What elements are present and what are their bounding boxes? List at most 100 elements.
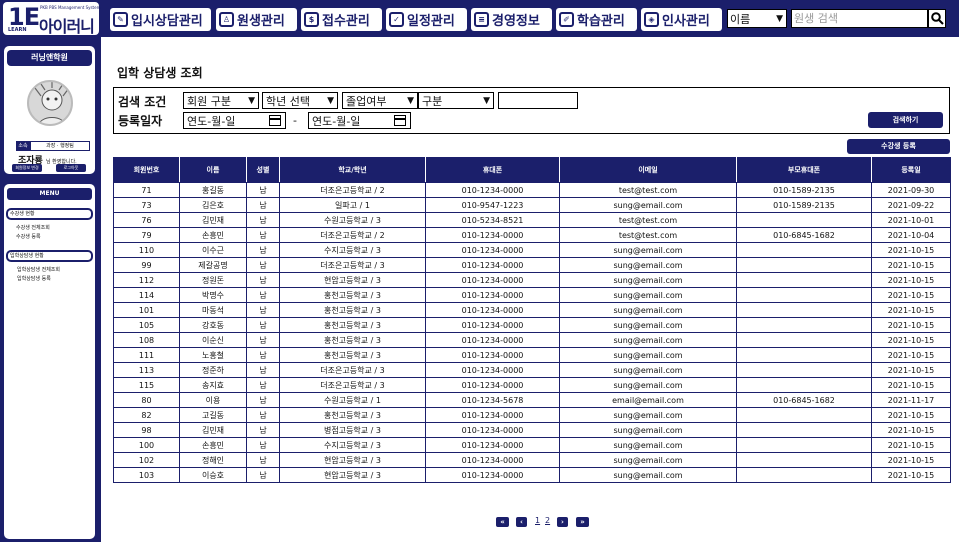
- menu-item-admission-register[interactable]: 입학상담생 등록: [17, 276, 51, 283]
- table-row[interactable]: 100 손흥민 남 수지고등학교 / 3 010-1234-0000 sung@email…: [113, 437, 951, 453]
- table-row[interactable]: 110 이수근 남 수지고등학교 / 3 010-1234-0000 sung@email…: [113, 242, 951, 258]
- chevron-down-icon: ▼: [776, 13, 783, 24]
- cell-reg-date: 2021-09-22: [871, 197, 951, 213]
- category-select[interactable]: 구분 ▼: [418, 92, 494, 109]
- pencil-icon: ✎: [113, 12, 128, 27]
- nav-business-info[interactable]: ≡ 경영정보: [471, 8, 552, 31]
- table-row[interactable]: 111 노홍철 남 홍천고등학교 / 3 010-1234-0000 sung@email…: [113, 347, 951, 363]
- table-row[interactable]: 76 김민재 남 수원고등학교 / 3 010-5234-8521 test@test.c…: [113, 212, 951, 228]
- grade-select[interactable]: 학년 선택 ▼: [262, 92, 338, 109]
- table-row[interactable]: 102 정해인 남 현암고등학교 / 3 010-1234-0000 sung@email…: [113, 452, 951, 468]
- col-parent-phone[interactable]: 부모휴대폰: [736, 157, 872, 183]
- cell-name: 송지효: [179, 377, 247, 393]
- cell-member-no: 79: [113, 227, 180, 243]
- menu-item-student-register[interactable]: 수강생 등록: [16, 234, 41, 241]
- col-gender[interactable]: 성별: [246, 157, 280, 183]
- cell-member-no: 110: [113, 242, 180, 258]
- page-number-2[interactable]: 2: [545, 516, 550, 525]
- left-sidebar: 러닝앤학원 소속 과장 · 행정팀 조자룡 님 환영합니다. 회원정보 변경 로…: [0, 37, 101, 542]
- cell-reg-date: 2021-10-01: [871, 212, 951, 228]
- nav-label: 접수관리: [322, 14, 370, 29]
- table-row[interactable]: 101 마동석 남 홍천고등학교 / 3 010-1234-0000 sung@email…: [113, 302, 951, 318]
- cell-member-no: 71: [113, 182, 180, 198]
- search-submit-button[interactable]: 검색하기: [868, 112, 943, 128]
- cell-name: 고길동: [179, 407, 247, 423]
- table-row[interactable]: 80 이용 남 수원고등학교 / 1 010-1234-5678 email@email.…: [113, 392, 951, 408]
- table-row[interactable]: 103 이승호 남 현암고등학교 / 3 010-1234-0000 sung@email…: [113, 467, 951, 483]
- logout-button[interactable]: 로그아웃: [56, 164, 86, 172]
- table-header-row: 회원번호 이름 성별 학교/학년 휴대폰 이메일 부모휴대폰 등록일: [113, 157, 951, 183]
- table-row[interactable]: 115 송지효 남 더조은고등학교 / 3 010-1234-0000 sung@emai…: [113, 377, 951, 393]
- cell-phone: 010-1234-0000: [425, 437, 560, 453]
- table-row[interactable]: 105 강호동 남 홍천고등학교 / 3 010-1234-0000 sung@email…: [113, 317, 951, 333]
- col-email[interactable]: 이메일: [559, 157, 737, 183]
- member-type-select[interactable]: 회원 구분 ▼: [183, 92, 259, 109]
- nav-hr-management[interactable]: ◈ 인사관리: [641, 8, 722, 31]
- last-page-button[interactable]: »: [576, 517, 589, 527]
- col-reg-date[interactable]: 등록일: [871, 157, 951, 183]
- cell-reg-date: 2021-10-15: [871, 422, 951, 438]
- date-from-value: 연도-월-일: [187, 114, 236, 128]
- edit-profile-button[interactable]: 회원정보 변경: [12, 164, 42, 172]
- nav-registration-management[interactable]: $ 접수관리: [301, 8, 382, 31]
- menu-group-admission[interactable]: 입학상담생 현황: [6, 250, 93, 262]
- search-type-select[interactable]: 이름 ▼: [727, 9, 787, 28]
- cell-reg-date: 2021-10-04: [871, 227, 951, 243]
- table-row[interactable]: 99 제갈공명 남 더조은고등학교 / 3 010-1234-0000 sung@emai…: [113, 257, 951, 273]
- table-row[interactable]: 112 정원돈 남 현암고등학교 / 3 010-1234-0000 sung@email…: [113, 272, 951, 288]
- table-row[interactable]: 73 김은호 남 일파고 / 1 010-9547-1223 sung@email.com…: [113, 197, 951, 213]
- next-page-button[interactable]: ›: [557, 517, 568, 527]
- search-button[interactable]: [928, 9, 946, 28]
- academy-name: 러닝앤학원: [7, 50, 92, 66]
- date-from-input[interactable]: 연도-월-일: [183, 112, 286, 129]
- table-row[interactable]: 98 김민재 남 병점고등학교 / 3 010-1234-0000 sung@email.…: [113, 422, 951, 438]
- col-member-no[interactable]: 회원번호: [113, 157, 180, 183]
- cell-name: 김민재: [179, 212, 247, 228]
- cell-school-grade: 현암고등학교 / 3: [279, 452, 426, 468]
- keyword-input[interactable]: [498, 92, 578, 109]
- table-row[interactable]: 82 고길동 남 홍천고등학교 / 3 010-1234-0000 sung@email.…: [113, 407, 951, 423]
- cell-school-grade: 수원고등학교 / 3: [279, 212, 426, 228]
- nav-admission-counsel[interactable]: ✎ 입시상담관리: [110, 8, 211, 31]
- cell-gender: 남: [246, 422, 280, 438]
- cell-member-no: 112: [113, 272, 180, 288]
- cell-school-grade: 일파고 / 1: [279, 197, 426, 213]
- calendar-icon[interactable]: [269, 115, 281, 126]
- cell-email: sung@email.com: [559, 437, 737, 453]
- cell-member-no: 82: [113, 407, 180, 423]
- col-phone[interactable]: 휴대폰: [425, 157, 560, 183]
- cell-school-grade: 병점고등학교 / 3: [279, 422, 426, 438]
- nav-schedule-management[interactable]: ✓ 일정관리: [386, 8, 467, 31]
- first-page-button[interactable]: «: [496, 517, 509, 527]
- table-row[interactable]: 108 이순신 남 홍천고등학교 / 3 010-1234-0000 sung@email…: [113, 332, 951, 348]
- brand-logo[interactable]: 1E LEARN PKB PBS Management System 아이러니: [3, 2, 100, 36]
- table-row[interactable]: 113 정준하 남 더조은고등학교 / 3 010-1234-0000 sung@emai…: [113, 362, 951, 378]
- dept-label: 소속: [16, 141, 30, 151]
- menu-item-admission-list[interactable]: 입학상담생 전체조회: [17, 267, 60, 274]
- register-student-button[interactable]: 수강생 등록: [847, 139, 950, 154]
- cell-school-grade: 홍천고등학교 / 3: [279, 407, 426, 423]
- student-search-input[interactable]: 원생 검색: [791, 9, 928, 28]
- nav-label: 경영정보: [492, 14, 540, 29]
- calendar-icon[interactable]: [394, 115, 406, 126]
- col-name[interactable]: 이름: [179, 157, 247, 183]
- cell-member-no: 101: [113, 302, 180, 318]
- table-row[interactable]: 79 손흥민 남 더조은고등학교 / 2 010-1234-0000 test@test.…: [113, 227, 951, 243]
- table-row[interactable]: 114 박명수 남 홍천고등학교 / 3 010-1234-0000 sung@email…: [113, 287, 951, 303]
- prev-page-button[interactable]: ‹: [516, 517, 527, 527]
- date-to-value: 연도-월-일: [312, 114, 361, 128]
- cell-member-no: 100: [113, 437, 180, 453]
- nav-learning-management[interactable]: ✐ 학습관리: [556, 8, 637, 31]
- menu-group-students[interactable]: 수강생 현황: [6, 208, 93, 220]
- cell-school-grade: 홍천고등학교 / 3: [279, 347, 426, 363]
- cell-reg-date: 2021-10-15: [871, 347, 951, 363]
- table-row[interactable]: 71 홍길동 남 더조은고등학교 / 2 010-1234-0000 test@test.…: [113, 182, 951, 198]
- page-number-1[interactable]: 1: [535, 516, 540, 525]
- nav-student-management[interactable]: ♙ 원생관리: [216, 8, 297, 31]
- graduation-select[interactable]: 졸업여부 ▼: [342, 92, 418, 109]
- cell-parent-phone: 010-6845-1682: [736, 392, 872, 408]
- cell-name: 제갈공명: [179, 257, 247, 273]
- col-school-grade[interactable]: 학교/학년: [279, 157, 426, 183]
- menu-item-student-list[interactable]: 수강생 전체조회: [16, 225, 50, 232]
- date-to-input[interactable]: 연도-월-일: [308, 112, 411, 129]
